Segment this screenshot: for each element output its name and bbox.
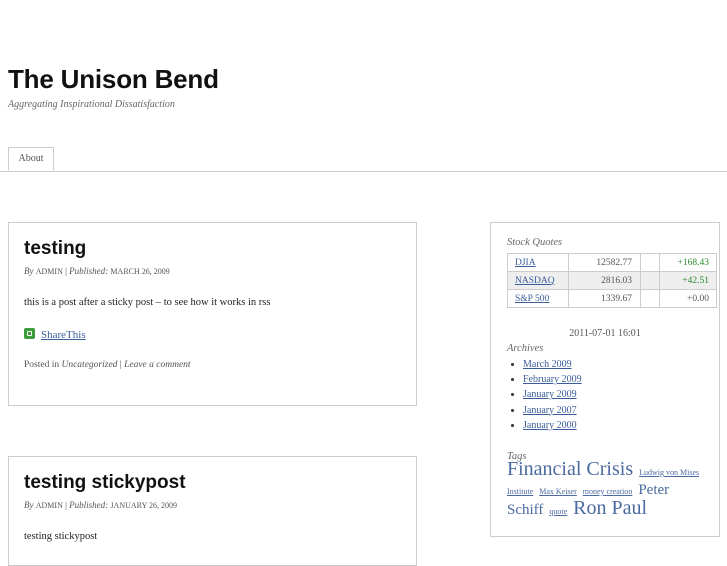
quote-change: +0.00: [659, 289, 717, 308]
post-by-label: By: [24, 266, 34, 276]
site-title[interactable]: The Unison Bend: [8, 64, 219, 95]
quote-symbol-cell[interactable]: NASDAQ: [507, 271, 569, 290]
archives-title: Archives: [507, 343, 544, 354]
post-meta: By ADMIN | Published: JANUARY 26, 2009: [24, 500, 177, 510]
quote-symbol-cell[interactable]: DJIA: [507, 253, 569, 272]
footer-separator: |: [119, 360, 122, 370]
post-title[interactable]: testing: [24, 238, 86, 260]
meta-separator: |: [65, 266, 67, 276]
posted-in-label: Posted in: [24, 360, 60, 370]
post-card: testing stickypost By ADMIN | Published:…: [8, 456, 417, 566]
post-footer: Posted in Uncategorized | Leave a commen…: [24, 360, 191, 370]
archive-item: January 2007: [523, 405, 582, 420]
meta-separator: |: [65, 500, 67, 510]
nav-tab-about[interactable]: About: [8, 147, 54, 171]
archive-item: February 2009: [523, 374, 582, 389]
archive-item: March 2009: [523, 359, 582, 374]
archives-list: March 2009 February 2009 January 2009 Ja…: [507, 359, 582, 435]
post-meta: By ADMIN | Published: MARCH 26, 2009: [24, 266, 170, 276]
quote-timestamp: 2011-07-01 16:01: [569, 328, 641, 339]
archive-link[interactable]: January 2007: [523, 405, 577, 416]
post-author: ADMIN: [35, 501, 63, 510]
tag-link[interactable]: money creation: [583, 487, 633, 496]
published-label: Published:: [69, 500, 109, 510]
category-link[interactable]: Uncategorized: [61, 360, 117, 370]
quote-value: 2816.03: [568, 271, 641, 290]
archive-link[interactable]: January 2000: [523, 420, 577, 431]
share-icon[interactable]: [24, 328, 35, 339]
leave-comment-link[interactable]: Leave a comment: [124, 360, 190, 370]
tag-link[interactable]: Max Keiser: [539, 487, 577, 496]
tag-link[interactable]: quote: [549, 507, 567, 516]
stock-quotes-title: Stock Quotes: [507, 237, 563, 248]
tag-link[interactable]: Financial Crisis: [507, 458, 633, 480]
stock-quotes-table: DJIA 12582.77 +168.43 NASDAQ 2816.03 +42…: [507, 253, 717, 308]
post-author: ADMIN: [35, 267, 63, 276]
quote-row: DJIA 12582.77 +168.43: [507, 253, 717, 272]
sidebar: Stock Quotes DJIA 12582.77 +168.43 NASDA…: [490, 222, 720, 537]
post-date: MARCH 26, 2009: [110, 267, 170, 276]
archive-item: January 2009: [523, 389, 582, 404]
quote-value: 12582.77: [568, 253, 641, 272]
tag-link[interactable]: Ron Paul: [573, 497, 647, 519]
archive-link[interactable]: March 2009: [523, 359, 572, 370]
archive-link[interactable]: February 2009: [523, 374, 582, 385]
quote-empty-cell: [640, 289, 660, 308]
archive-link[interactable]: January 2009: [523, 389, 577, 400]
quote-symbol-link[interactable]: DJIA: [515, 258, 536, 268]
post-body: this is a post after a sticky post – to …: [24, 297, 271, 308]
published-label: Published:: [69, 266, 109, 276]
quote-value: 1339.67: [568, 289, 641, 308]
post-by-label: By: [24, 500, 34, 510]
quote-row: S&P 500 1339.67 +0.00: [507, 289, 717, 308]
quote-change: +168.43: [659, 253, 717, 272]
quote-change: +42.51: [659, 271, 717, 290]
site-description: Aggregating Inspirational Dissatisfactio…: [8, 99, 175, 110]
quote-empty-cell: [640, 253, 660, 272]
quote-empty-cell: [640, 271, 660, 290]
share-this-link[interactable]: ShareThis: [41, 329, 86, 341]
quote-symbol-link[interactable]: S&P 500: [515, 294, 549, 304]
post-body: testing stickypost: [24, 531, 98, 542]
archive-item: January 2000: [523, 420, 582, 435]
share-this[interactable]: ShareThis: [24, 328, 86, 341]
nav-divider: [0, 171, 727, 172]
quote-symbol-cell[interactable]: S&P 500: [507, 289, 569, 308]
quote-row: NASDAQ 2816.03 +42.51: [507, 271, 717, 290]
post-title[interactable]: testing stickypost: [24, 472, 186, 494]
quote-symbol-link[interactable]: NASDAQ: [515, 276, 555, 286]
post-date: JANUARY 26, 2009: [110, 501, 178, 510]
tag-cloud: Financial Crisis Ludwig von Mises Instit…: [507, 458, 707, 520]
post-card: testing By ADMIN | Published: MARCH 26, …: [8, 222, 417, 406]
